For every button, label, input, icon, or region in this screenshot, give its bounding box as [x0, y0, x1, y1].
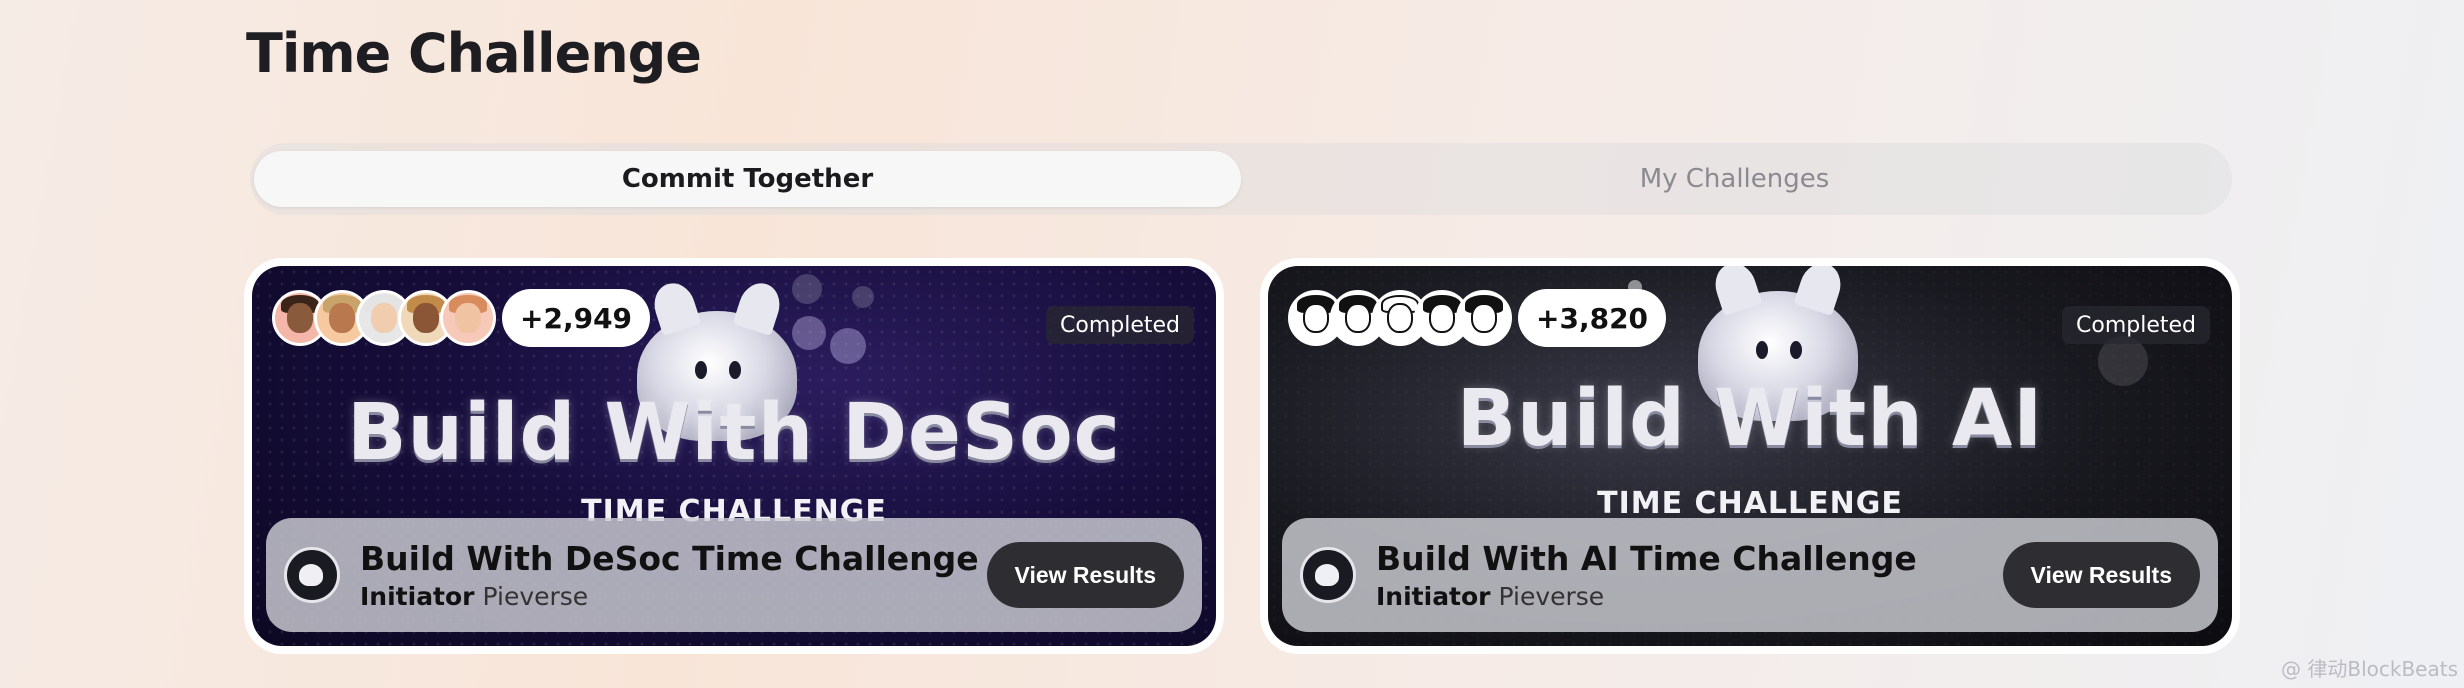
initiator-logo-icon — [1300, 547, 1356, 603]
banner-subtitle: TIME CHALLENGE — [1597, 486, 1903, 521]
tab-commit-together[interactable]: Commit Together — [254, 151, 1241, 207]
status-badge: Completed — [1046, 306, 1194, 344]
avatar — [440, 290, 496, 346]
view-results-button[interactable]: View Results — [2002, 542, 2200, 608]
initiator-line: Initiator Pieverse — [1376, 582, 2003, 611]
avatar — [1456, 290, 1512, 346]
tab-my-challenges[interactable]: My Challenges — [1241, 151, 2228, 207]
status-badge: Completed — [2062, 306, 2210, 344]
initiator-logo-icon — [284, 547, 340, 603]
banner-title: Build With DeSoc — [347, 388, 1121, 478]
participant-group[interactable]: +3,820 — [1288, 288, 1667, 348]
participant-count: +2,949 — [502, 289, 651, 347]
challenge-title: Build With AI Time Challenge — [1376, 539, 1917, 578]
participant-group[interactable]: +2,949 — [272, 288, 651, 348]
banner-title: Build With AI — [1456, 374, 2044, 464]
initiator-label: Initiator — [360, 582, 475, 611]
challenge-banner: +3,820 Completed Build With AI TIME CHAL… — [1268, 266, 2232, 646]
initiator-name[interactable]: Pieverse — [1498, 582, 1604, 611]
initiator-name[interactable]: Pieverse — [482, 582, 588, 611]
challenge-tabs: Commit Together My Challenges — [250, 143, 2232, 215]
challenge-info-bar: Build With DeSoc Time Challenge Initiato… — [266, 518, 1202, 632]
initiator-line: Initiator Pieverse — [360, 582, 987, 611]
view-results-button[interactable]: View Results — [986, 542, 1184, 608]
participant-count: +3,820 — [1518, 289, 1667, 347]
challenge-info-bar: Build With AI Time Challenge Initiator P… — [1282, 518, 2218, 632]
challenge-card-desoc[interactable]: +2,949 Completed Build With DeSoc TIME C… — [244, 258, 1224, 654]
challenge-banner: +2,949 Completed Build With DeSoc TIME C… — [252, 266, 1216, 646]
challenge-card-ai[interactable]: +3,820 Completed Build With AI TIME CHAL… — [1260, 258, 2240, 654]
watermark: @ 律动BlockBeats — [2281, 657, 2458, 681]
initiator-label: Initiator — [1376, 582, 1491, 611]
page-title: Time Challenge — [246, 22, 702, 85]
challenge-title: Build With DeSoc Time Challenge — [360, 539, 979, 578]
